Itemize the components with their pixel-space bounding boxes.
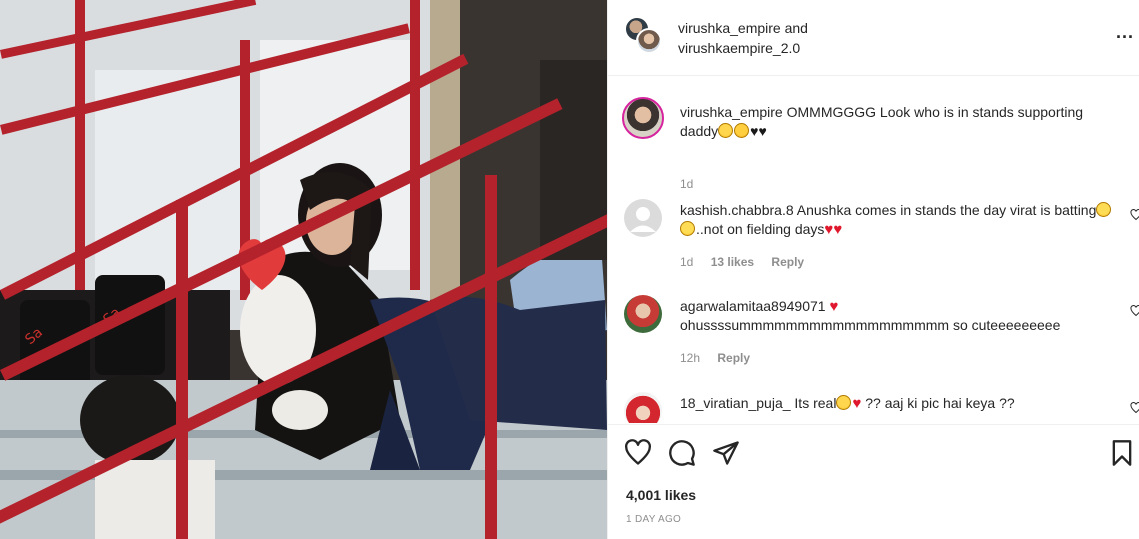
comment-body-cont: ..not on fielding days [696,221,825,237]
comment-body: ohussssummmmmmmmmmmmmmmmmm so cuteeeeeee… [680,317,1061,333]
comment-body-cont: ?? aaj ki pic hai keya ?? [865,395,1015,411]
comment-likes[interactable]: 13 likes [711,255,754,269]
post-side-panel: virushka_empire and virushkaempire_2.0 .… [607,0,1139,539]
comment-bubble-icon[interactable] [668,439,696,467]
comment-username[interactable]: 18_viratian_puja_ [680,395,791,411]
red-heart-icon: ♥ [829,298,839,315]
comment-meta: 1d 13 likes Reply [680,255,818,269]
collab-usernames: virushka_empire and virushkaempire_2.0 [678,18,808,58]
collab-avatars[interactable] [624,16,664,56]
share-paper-plane-icon[interactable] [712,439,740,467]
sad-face-icon [718,123,734,138]
avatar[interactable] [624,295,662,333]
avatar[interactable] [624,199,662,237]
caption-text: virushka_empire OMMMGGGG Look who is in … [680,103,1120,141]
caption-time[interactable]: 1d [680,177,693,191]
reply-button[interactable]: Reply [771,255,804,269]
comment-body: Its real [794,395,837,411]
comments-list[interactable]: virushka_empire OMMMGGGG Look who is in … [608,77,1139,423]
comment-username[interactable]: kashish.chabbra.8 [680,202,794,218]
comment-username[interactable]: agarwalamitaa8949071 [680,298,826,314]
comment-text: kashish.chabbra.8 Anushka comes in stand… [680,201,1120,239]
default-avatar-icon [630,207,656,232]
avatar[interactable] [622,97,664,139]
avatar[interactable] [624,392,662,423]
laughing-face-icon [1096,202,1112,217]
like-comment-icon[interactable] [1130,209,1139,221]
bookmark-icon[interactable] [1108,439,1136,467]
caption-meta: 1d [680,177,707,191]
comment-text: agarwalamitaa8949071 ♥ ohussssummmmmmmmm… [680,297,1120,335]
star-eyes-icon [734,123,750,138]
like-heart-icon[interactable] [624,439,652,467]
comment-body: Anushka comes in stands the day virat is… [796,202,1097,218]
header-username-1[interactable]: virushka_empire [678,20,781,36]
header-username-2[interactable]: virushkaempire_2.0 [678,40,800,56]
comment-time[interactable]: 12h [680,351,700,365]
post-actions: 4,001 likes 1 DAY AGO [608,424,1139,539]
red-heart-icon: ♥ [833,221,843,238]
comment-text: 18_viratian_puja_ Its real ♥ ?? aaj ki pi… [680,394,1120,413]
reply-button[interactable]: Reply [717,351,750,365]
comment-meta: 12h Reply [680,351,764,365]
like-comment-icon[interactable] [1130,402,1139,414]
black-heart-icon: ♥ [758,123,767,139]
comment-time[interactable]: 1d [680,255,693,269]
sad-face-icon [836,395,852,410]
laughing-face-icon [680,221,695,236]
red-heart-icon: ♥ [852,395,862,412]
avatar[interactable] [636,28,662,54]
caption-username[interactable]: virushka_empire [680,104,783,120]
like-comment-icon[interactable] [1130,305,1139,317]
post-timestamp[interactable]: 1 DAY AGO [626,514,681,525]
more-options-icon[interactable]: ... [1116,22,1134,43]
post-photo[interactable]: Sa Sa [0,0,607,539]
post-header: virushka_empire and virushkaempire_2.0 .… [608,0,1139,76]
red-heart-icon: ♥ [824,221,834,238]
likes-count[interactable]: 4,001 likes [626,487,696,503]
stadium-photo: Sa Sa [0,0,607,539]
header-and-text: and [784,20,808,36]
